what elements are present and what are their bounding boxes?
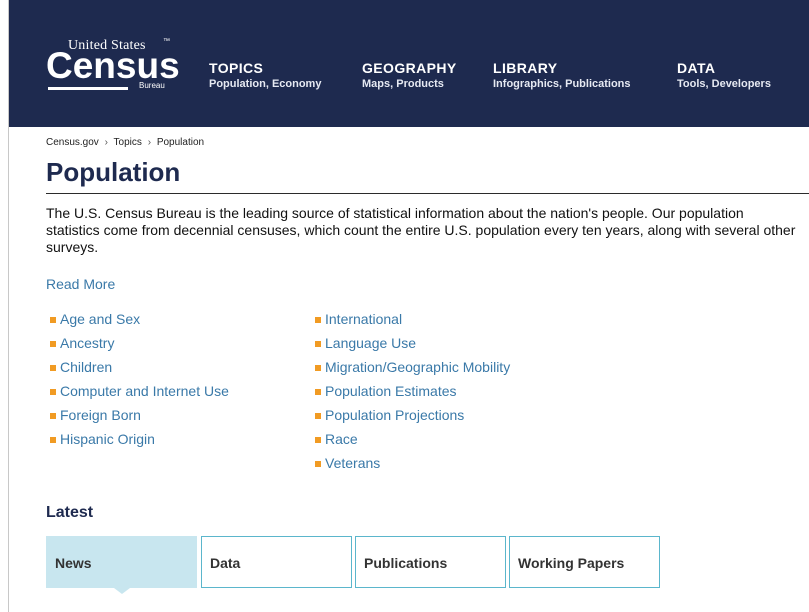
intro-paragraph: The U.S. Census Bureau is the leading so… <box>46 205 796 255</box>
logo-bureau-text: Bureau <box>139 81 165 90</box>
topic-label: Population Projections <box>325 407 465 423</box>
tab-publications[interactable]: Publications <box>355 536 506 588</box>
tab-news[interactable]: News <box>46 536 197 588</box>
breadcrumb-separator: › <box>104 137 108 148</box>
square-bullet-icon <box>315 341 321 347</box>
page-frame: United States ™ Census Bureau TOPICS Pop… <box>8 0 809 612</box>
nav-geography-title: GEOGRAPHY <box>362 60 457 76</box>
topic-link-veterans[interactable]: Veterans <box>315 451 510 475</box>
breadcrumb-census-gov[interactable]: Census.gov <box>46 137 99 148</box>
nav-topics[interactable]: TOPICS Population, Economy <box>209 60 321 90</box>
logo-underline <box>48 87 128 90</box>
topic-link-ancestry[interactable]: Ancestry <box>50 331 229 355</box>
topic-label: Children <box>60 359 113 375</box>
tab-working-papers[interactable]: Working Papers <box>509 536 660 588</box>
latest-heading: Latest <box>46 504 94 521</box>
topic-link-migration[interactable]: Migration/Geographic Mobility <box>315 355 510 379</box>
nav-library-title: LIBRARY <box>493 60 558 76</box>
topic-link-race[interactable]: Race <box>315 427 510 451</box>
square-bullet-icon <box>315 437 321 443</box>
square-bullet-icon <box>315 317 321 323</box>
topic-label: Veterans <box>325 455 381 471</box>
breadcrumb-population[interactable]: Population <box>157 137 204 148</box>
nav-topics-subtitle: Population, Economy <box>209 78 322 90</box>
nav-library-subtitle: Infographics, Publications <box>493 78 631 90</box>
topic-link-foreign-born[interactable]: Foreign Born <box>50 403 229 427</box>
square-bullet-icon <box>315 413 321 419</box>
square-bullet-icon <box>315 389 321 395</box>
tab-data[interactable]: Data <box>201 536 352 588</box>
topic-link-population-estimates[interactable]: Population Estimates <box>315 379 510 403</box>
square-bullet-icon <box>50 317 56 323</box>
topic-list-right: International Language Use Migration/Geo… <box>315 307 510 475</box>
topic-label: Foreign Born <box>60 407 141 423</box>
breadcrumb: Census.gov › Topics › Population <box>46 137 204 148</box>
square-bullet-icon <box>315 365 321 371</box>
topic-label: Population Estimates <box>325 383 457 399</box>
topic-label: Age and Sex <box>60 311 141 327</box>
title-divider <box>46 193 809 194</box>
topic-link-population-projections[interactable]: Population Projections <box>315 403 510 427</box>
nav-data-title: DATA <box>677 60 716 76</box>
nav-geography-subtitle: Maps, Products <box>362 78 444 90</box>
breadcrumb-separator: › <box>147 137 152 148</box>
square-bullet-icon <box>315 461 321 467</box>
topic-link-hispanic-origin[interactable]: Hispanic Origin <box>50 427 229 451</box>
topic-link-age-and-sex[interactable]: Age and Sex <box>50 307 229 331</box>
topic-label: Migration/Geographic Mobility <box>325 359 511 375</box>
square-bullet-icon <box>50 389 56 395</box>
logo-trademark: ™ <box>163 38 170 45</box>
topic-link-language-use[interactable]: Language Use <box>315 331 510 355</box>
nav-geography[interactable]: GEOGRAPHY Maps, Products <box>362 60 457 90</box>
square-bullet-icon <box>50 413 56 419</box>
nav-data-subtitle: Tools, Developers <box>677 78 771 90</box>
square-bullet-icon <box>50 437 56 443</box>
page-title: Population <box>46 157 181 187</box>
topic-list-left: Age and Sex Ancestry Children Computer a… <box>50 307 229 451</box>
topic-label: Race <box>325 431 358 447</box>
site-header: United States ™ Census Bureau TOPICS Pop… <box>9 0 809 127</box>
topic-label: Language Use <box>325 335 417 351</box>
topic-link-international[interactable]: International <box>315 307 510 331</box>
nav-data[interactable]: DATA Tools, Developers <box>677 60 771 90</box>
square-bullet-icon <box>50 341 56 347</box>
nav-library[interactable]: LIBRARY Infographics, Publications <box>493 60 631 90</box>
square-bullet-icon <box>50 365 56 371</box>
census-logo[interactable]: United States ™ Census Bureau <box>46 38 181 100</box>
active-tab-pointer <box>114 588 130 594</box>
topic-link-children[interactable]: Children <box>50 355 229 379</box>
topic-label: Hispanic Origin <box>60 431 155 447</box>
nav-topics-title: TOPICS <box>209 60 264 76</box>
topic-label: International <box>325 311 403 327</box>
topic-label: Computer and Internet Use <box>60 383 229 399</box>
breadcrumb-topics[interactable]: Topics <box>114 137 142 148</box>
topic-link-computer-internet-use[interactable]: Computer and Internet Use <box>50 379 229 403</box>
topic-label: Ancestry <box>60 335 115 351</box>
read-more-link[interactable]: Read More <box>46 276 115 292</box>
